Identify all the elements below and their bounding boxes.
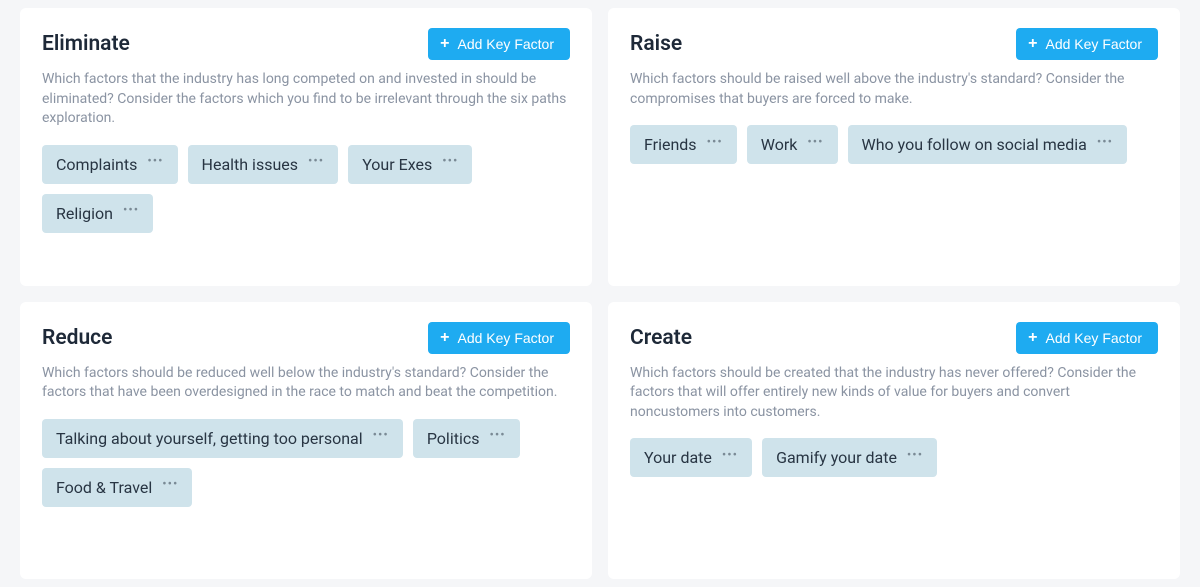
plus-icon: +	[440, 330, 449, 346]
factor-chip[interactable]: Your date •••	[630, 438, 752, 477]
factor-label: Talking about yourself, getting too pers…	[56, 429, 363, 448]
card-create: Create + Add Key Factor Which factors sh…	[608, 302, 1180, 580]
factor-label: Friends	[644, 135, 697, 154]
factor-chip[interactable]: Complaints •••	[42, 145, 178, 184]
factor-chip[interactable]: Politics •••	[413, 419, 520, 458]
factor-label: Religion	[56, 204, 113, 223]
factor-list: Complaints ••• Health issues ••• Your Ex…	[42, 145, 570, 233]
card-title-eliminate: Eliminate	[42, 32, 130, 56]
factor-label: Complaints	[56, 155, 137, 174]
factor-chip[interactable]: Talking about yourself, getting too pers…	[42, 419, 403, 458]
add-key-factor-button[interactable]: + Add Key Factor	[1016, 322, 1158, 354]
add-key-factor-button[interactable]: + Add Key Factor	[428, 322, 570, 354]
card-eliminate: Eliminate + Add Key Factor Which factors…	[20, 8, 592, 286]
card-description: Which factors should be reduced well bel…	[42, 364, 570, 403]
card-title-reduce: Reduce	[42, 326, 112, 350]
factor-label: Food & Travel	[56, 478, 152, 497]
factor-chip[interactable]: Gamify your date •••	[762, 438, 937, 477]
factor-chip[interactable]: Your Exes •••	[348, 145, 472, 184]
factor-label: Work	[761, 135, 798, 154]
factor-list: Talking about yourself, getting too pers…	[42, 419, 570, 507]
factor-label: Politics	[427, 429, 480, 448]
add-key-factor-button[interactable]: + Add Key Factor	[428, 28, 570, 60]
plus-icon: +	[440, 36, 449, 52]
factor-chip[interactable]: Who you follow on social media •••	[848, 125, 1128, 164]
factor-label: Gamify your date	[776, 448, 897, 467]
add-key-factor-button[interactable]: + Add Key Factor	[1016, 28, 1158, 60]
card-header: Create + Add Key Factor	[630, 322, 1158, 354]
errc-grid: Eliminate + Add Key Factor Which factors…	[20, 8, 1180, 579]
add-button-label: Add Key Factor	[458, 330, 555, 346]
factor-label: Your date	[644, 448, 712, 467]
factor-chip[interactable]: Health issues •••	[188, 145, 339, 184]
add-button-label: Add Key Factor	[1046, 330, 1143, 346]
add-button-label: Add Key Factor	[1046, 36, 1143, 52]
card-description: Which factors should be created that the…	[630, 364, 1158, 423]
factor-label: Health issues	[202, 155, 298, 174]
card-title-raise: Raise	[630, 32, 682, 56]
card-description: Which factors that the industry has long…	[42, 70, 570, 129]
factor-chip[interactable]: Religion •••	[42, 194, 153, 233]
factor-chip[interactable]: Friends •••	[630, 125, 737, 164]
factor-list: Your date ••• Gamify your date •••	[630, 438, 1158, 477]
card-header: Reduce + Add Key Factor	[42, 322, 570, 354]
factor-list: Friends ••• Work ••• Who you follow on s…	[630, 125, 1158, 164]
card-title-create: Create	[630, 326, 692, 350]
plus-icon: +	[1028, 330, 1037, 346]
card-raise: Raise + Add Key Factor Which factors sho…	[608, 8, 1180, 286]
plus-icon: +	[1028, 36, 1037, 52]
add-button-label: Add Key Factor	[458, 36, 555, 52]
card-reduce: Reduce + Add Key Factor Which factors sh…	[20, 302, 592, 580]
card-header: Eliminate + Add Key Factor	[42, 28, 570, 60]
factor-label: Your Exes	[362, 155, 432, 174]
card-description: Which factors should be raised well abov…	[630, 70, 1158, 109]
factor-label: Who you follow on social media	[862, 135, 1087, 154]
factor-chip[interactable]: Food & Travel •••	[42, 468, 192, 507]
factor-chip[interactable]: Work •••	[747, 125, 838, 164]
card-header: Raise + Add Key Factor	[630, 28, 1158, 60]
